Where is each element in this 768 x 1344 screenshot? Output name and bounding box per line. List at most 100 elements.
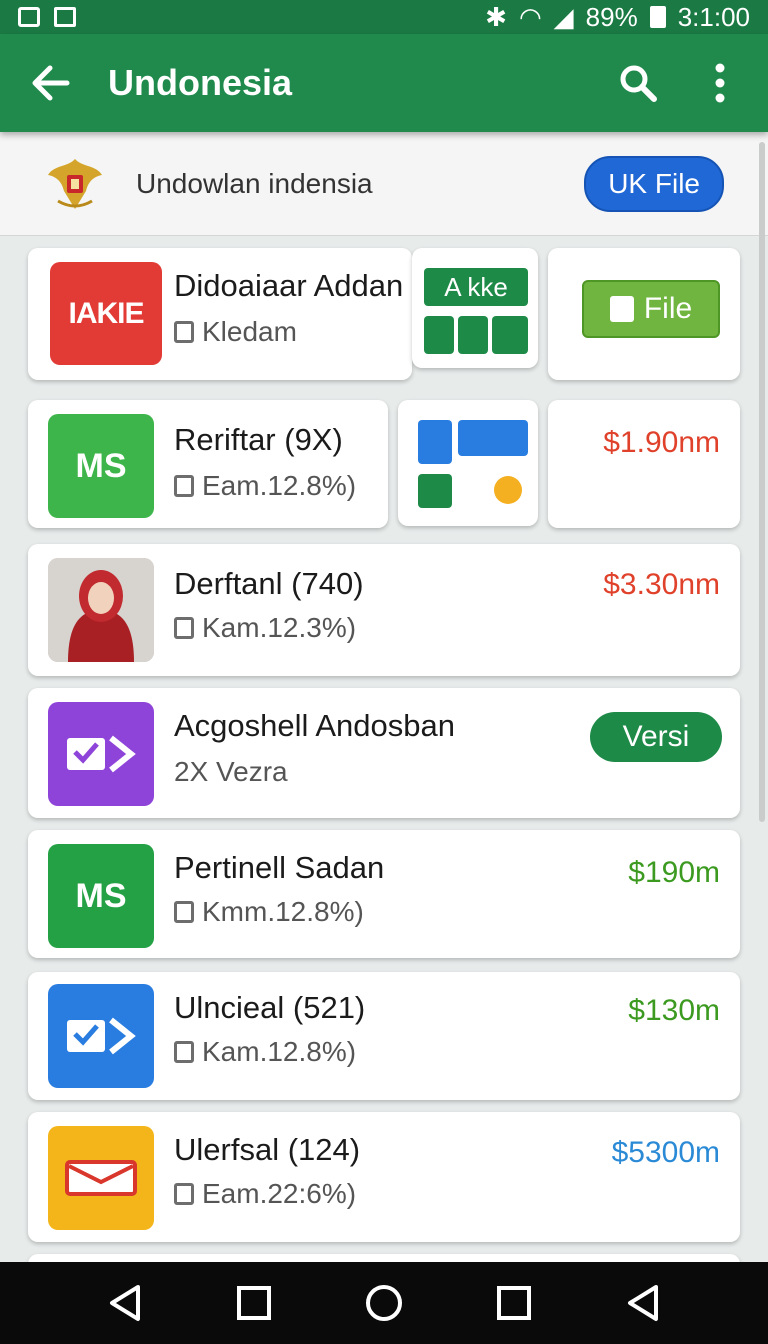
app-name: Derftanl (740) xyxy=(174,566,364,601)
app-price: $3.30nm xyxy=(603,568,720,601)
gallery-icon xyxy=(54,7,76,27)
list-item[interactable]: MS Reriftar (9X) Eam.12.8%) xyxy=(28,400,388,528)
status-bar: ✱ ◠ ◢ 89% 3:1:00 xyxy=(0,0,768,34)
bluetooth-icon: ✱ xyxy=(485,2,507,32)
app-meta: Eam.12.8%) xyxy=(174,470,356,502)
garuda-emblem-icon xyxy=(48,158,102,209)
app-name: Ulncieal (521) xyxy=(174,990,366,1025)
person-photo-icon xyxy=(48,558,154,662)
promo-tile-icon xyxy=(424,316,454,354)
square-icon xyxy=(237,1286,272,1320)
versi-button[interactable]: Versi xyxy=(590,712,722,762)
price-card: $1.90nm xyxy=(548,400,740,528)
list-item[interactable]: MS Pertinell Sadan Kmm.12.8%) $190m xyxy=(28,830,740,958)
book-icon xyxy=(174,475,194,497)
header-strip: Undowlan indensia UK File xyxy=(0,132,768,236)
battery-percent: 89% xyxy=(585,1,638,32)
app-meta: Kledam xyxy=(174,316,297,348)
app-icon xyxy=(48,1126,154,1230)
nav-back-button-2[interactable] xyxy=(618,1278,668,1328)
doc-icon xyxy=(174,321,194,343)
list-item[interactable]: Derftanl (740) Kam.12.3%) $3.30nm xyxy=(28,544,740,676)
nav-square-button[interactable] xyxy=(489,1278,539,1328)
square-icon xyxy=(496,1286,531,1320)
app-price: $130m xyxy=(628,994,720,1027)
app-meta-text: Eam.12.8%) xyxy=(202,470,357,501)
app-bar: Undonesia xyxy=(0,34,768,132)
app-meta: Kmm.12.8%) xyxy=(174,896,364,928)
back-button[interactable] xyxy=(10,34,90,132)
app-meta-text: Kam.12.8%) xyxy=(202,1036,357,1067)
envelope-icon xyxy=(65,1160,137,1196)
more-vert-icon xyxy=(715,63,725,103)
header-text: Undowlan indensia xyxy=(136,167,373,199)
scrollbar[interactable] xyxy=(759,142,765,822)
app-name: Reriftar (9X) xyxy=(174,422,343,457)
promo-label: A kke xyxy=(424,268,528,306)
wifi-icon: ◠ xyxy=(518,2,542,32)
play-icon xyxy=(418,474,452,508)
nav-recents-button[interactable] xyxy=(229,1278,279,1328)
app-meta: 2X Vezra xyxy=(174,756,288,788)
nav-back-button[interactable] xyxy=(100,1278,150,1328)
book-icon xyxy=(174,1041,194,1063)
search-icon xyxy=(620,65,657,102)
app-price: $5300m xyxy=(611,1136,720,1169)
signal-icon: ◢ xyxy=(553,2,574,32)
app-name: Didoaiaar Addan xyxy=(174,268,404,303)
triangle-back-icon xyxy=(109,1285,140,1321)
promo-card[interactable] xyxy=(398,400,538,526)
app-meta-text: Kmm.12.8%) xyxy=(202,896,364,927)
app-icon: MS xyxy=(48,844,154,948)
clock: 3:1:00 xyxy=(677,1,750,32)
check-arrow-icon xyxy=(67,735,136,773)
phone-icon xyxy=(418,420,452,464)
triangle-back-icon xyxy=(628,1285,659,1321)
page-title: Undonesia xyxy=(108,62,293,103)
list-item[interactable]: Ulerfsal (124) Eam.22:6%) $5300m xyxy=(28,1112,740,1242)
doc-icon xyxy=(174,901,194,923)
promo-label-text: A kke xyxy=(444,271,508,302)
list-item[interactable]: IAKIE Didoaiaar Addan Kledam xyxy=(28,248,412,380)
emoji-icon xyxy=(494,476,522,504)
app-name: Ulerfsal (124) xyxy=(174,1132,361,1167)
app-icon xyxy=(48,702,154,806)
nav-home-button[interactable] xyxy=(359,1278,409,1328)
list-item[interactable]: Acgoshell Andosban 2X Vezra Versi xyxy=(28,688,740,818)
app-meta-text: Kledam xyxy=(202,316,297,347)
check-arrow-icon xyxy=(67,1017,136,1055)
notification-icon xyxy=(18,7,40,27)
app-meta-text: 2X Vezra xyxy=(174,756,288,787)
app-icon: IAKIE xyxy=(50,262,162,365)
promo-tile-icon xyxy=(458,316,488,354)
app-price: $1.90nm xyxy=(603,426,720,459)
file-icon xyxy=(609,296,634,322)
uk-file-button[interactable]: UK File xyxy=(584,155,724,212)
doc-icon xyxy=(174,1183,194,1205)
app-photo xyxy=(48,558,154,662)
promo-tile-icon xyxy=(492,316,528,354)
battery-icon xyxy=(649,6,666,28)
app-name: Acgoshell Andosban xyxy=(174,708,455,743)
rating-icon xyxy=(458,420,528,456)
app-icon-label: MS xyxy=(75,876,127,915)
promo-card[interactable]: A kke xyxy=(412,248,538,368)
app-icon xyxy=(48,984,154,1088)
file-button[interactable]: File xyxy=(582,280,720,338)
app-meta: Eam.22:6%) xyxy=(174,1178,356,1210)
list-item[interactable]: Ulncieal (521) Kam.12.8%) $130m xyxy=(28,972,740,1100)
app-icon: MS xyxy=(48,414,154,518)
app-meta: Kam.12.3%) xyxy=(174,612,356,644)
system-nav-bar xyxy=(0,1262,768,1344)
search-button[interactable] xyxy=(614,59,662,107)
app-icon-label: MS xyxy=(75,446,127,485)
arrow-left-icon xyxy=(32,65,70,101)
file-card: File xyxy=(548,248,740,380)
app-meta-text: Kam.12.3%) xyxy=(202,612,357,643)
circle-home-icon xyxy=(365,1285,402,1321)
overflow-menu-button[interactable] xyxy=(696,59,744,107)
file-button-label: File xyxy=(643,292,693,325)
app-meta: Kam.12.8%) xyxy=(174,1036,356,1068)
app-name: Pertinell Sadan xyxy=(174,850,385,885)
app-icon-label: IAKIE xyxy=(68,296,144,330)
